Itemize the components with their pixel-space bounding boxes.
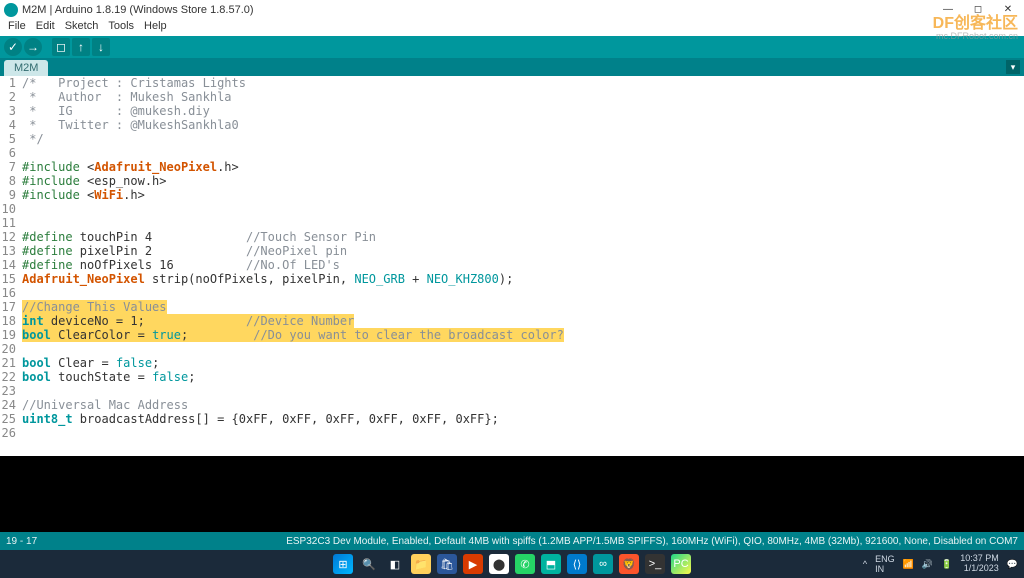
clock[interactable]: 10:37 PM1/1/2023 bbox=[960, 554, 999, 574]
watermark: DF创客社区 mc.DFRobot.com.cn bbox=[933, 16, 1018, 41]
code-line: 16 bbox=[0, 286, 1024, 300]
code-line: 6 bbox=[0, 146, 1024, 160]
code-line: 3 * IG : @mukesh.diy bbox=[0, 104, 1024, 118]
arduino-taskbar-icon[interactable]: ∞ bbox=[593, 554, 613, 574]
output-console[interactable] bbox=[0, 456, 1024, 532]
code-line: 11 bbox=[0, 216, 1024, 230]
menu-edit[interactable]: Edit bbox=[32, 20, 59, 36]
code-line: 25uint8_t broadcastAddress[] = {0xFF, 0x… bbox=[0, 412, 1024, 426]
menu-help[interactable]: Help bbox=[140, 20, 171, 36]
status-bar: 19 - 17 ESP32C3 Dev Module, Enabled, Def… bbox=[0, 532, 1024, 550]
brave-icon[interactable]: 🦁 bbox=[619, 554, 639, 574]
battery-icon[interactable]: 🔋 bbox=[941, 559, 952, 570]
tab-menu-button[interactable]: ▾ bbox=[1006, 60, 1020, 74]
tray-chevron-icon[interactable]: ^ bbox=[863, 559, 867, 569]
code-line: 20 bbox=[0, 342, 1024, 356]
window-titlebar: M2M | Arduino 1.8.19 (Windows Store 1.8.… bbox=[0, 0, 1024, 20]
pycharm-icon[interactable]: PC bbox=[671, 554, 691, 574]
code-line: 8#include <esp_now.h> bbox=[0, 174, 1024, 188]
board-info: ESP32C3 Dev Module, Enabled, Default 4MB… bbox=[286, 536, 1018, 547]
wifi-icon[interactable]: 📶 bbox=[903, 559, 914, 570]
cursor-position: 19 - 17 bbox=[6, 536, 37, 547]
watermark-sub: mc.DFRobot.com.cn bbox=[933, 32, 1018, 41]
code-line: 12#define touchPin 4 //Touch Sensor Pin bbox=[0, 230, 1024, 244]
save-button[interactable]: ↓ bbox=[92, 38, 110, 56]
code-line: 9#include <WiFi.h> bbox=[0, 188, 1024, 202]
windows-taskbar[interactable]: ⊞ 🔍 ◧ 📁 🛍 ▶ ⬤ ✆ ⬒ ⟨⟩ ∞ 🦁 >_ PC ^ ENGIN 📶… bbox=[0, 550, 1024, 578]
menu-file[interactable]: File bbox=[4, 20, 30, 36]
code-line: 5 */ bbox=[0, 132, 1024, 146]
menu-tools[interactable]: Tools bbox=[104, 20, 138, 36]
task-view-icon[interactable]: ◧ bbox=[385, 554, 405, 574]
code-line: 2 * Author : Mukesh Sankhla bbox=[0, 90, 1024, 104]
search-icon[interactable]: 🔍 bbox=[359, 554, 379, 574]
vscode-icon[interactable]: ⟨⟩ bbox=[567, 554, 587, 574]
code-editor[interactable]: 1/* Project : Cristamas Lights 2 * Autho… bbox=[0, 76, 1024, 456]
code-line: 21bool Clear = false; bbox=[0, 356, 1024, 370]
ms-store-icon[interactable]: 🛍 bbox=[437, 554, 457, 574]
code-line: 15Adafruit_NeoPixel strip(noOfPixels, pi… bbox=[0, 272, 1024, 286]
code-line: 4 * Twitter : @MukeshSankhla0 bbox=[0, 118, 1024, 132]
chrome-icon[interactable]: ⬤ bbox=[489, 554, 509, 574]
volume-icon[interactable]: 🔊 bbox=[922, 559, 933, 570]
upload-button[interactable]: → bbox=[24, 38, 42, 56]
code-line: 14#define noOfPixels 16 //No.Of LED's bbox=[0, 258, 1024, 272]
code-line: 22bool touchState = false; bbox=[0, 370, 1024, 384]
start-button[interactable]: ⊞ bbox=[333, 554, 353, 574]
watermark-text: DF创客社区 bbox=[933, 16, 1018, 32]
notifications-icon[interactable]: 💬 bbox=[1007, 559, 1018, 570]
menu-sketch[interactable]: Sketch bbox=[61, 20, 103, 36]
taskbar-center: ⊞ 🔍 ◧ 📁 🛍 ▶ ⬤ ✆ ⬒ ⟨⟩ ∞ 🦁 >_ PC bbox=[333, 554, 691, 574]
code-line: 10 bbox=[0, 202, 1024, 216]
new-button[interactable]: ◻ bbox=[52, 38, 70, 56]
file-explorer-icon[interactable]: 📁 bbox=[411, 554, 431, 574]
arduino-icon bbox=[4, 3, 18, 17]
code-line: 7#include <Adafruit_NeoPixel.h> bbox=[0, 160, 1024, 174]
app-icon-a[interactable]: ⬒ bbox=[541, 554, 561, 574]
code-line: 13#define pixelPin 2 //NeoPixel pin bbox=[0, 244, 1024, 258]
open-button[interactable]: ↑ bbox=[72, 38, 90, 56]
code-line: 18int deviceNo = 1; //Device Number bbox=[0, 314, 1024, 328]
menu-bar: File Edit Sketch Tools Help bbox=[0, 20, 1024, 36]
movies-icon[interactable]: ▶ bbox=[463, 554, 483, 574]
verify-button[interactable]: ✓ bbox=[4, 38, 22, 56]
code-line: 19bool ClearColor = true; //Do you want … bbox=[0, 328, 1024, 342]
tab-m2m[interactable]: M2M bbox=[4, 60, 48, 76]
language-indicator[interactable]: ENGIN bbox=[875, 554, 895, 574]
whatsapp-icon[interactable]: ✆ bbox=[515, 554, 535, 574]
tab-bar: M2M ▾ bbox=[0, 58, 1024, 76]
code-line: 23 bbox=[0, 384, 1024, 398]
system-tray[interactable]: ^ ENGIN 📶 🔊 🔋 10:37 PM1/1/2023 💬 bbox=[863, 550, 1018, 578]
window-title: M2M | Arduino 1.8.19 (Windows Store 1.8.… bbox=[22, 4, 254, 16]
terminal-icon[interactable]: >_ bbox=[645, 554, 665, 574]
toolbar: ✓ → ◻ ↑ ↓ bbox=[0, 36, 1024, 58]
code-line: 26 bbox=[0, 426, 1024, 440]
code-line: 1/* Project : Cristamas Lights bbox=[0, 76, 1024, 90]
code-line: 17//Change This Values bbox=[0, 300, 1024, 314]
code-line: 24//Universal Mac Address bbox=[0, 398, 1024, 412]
